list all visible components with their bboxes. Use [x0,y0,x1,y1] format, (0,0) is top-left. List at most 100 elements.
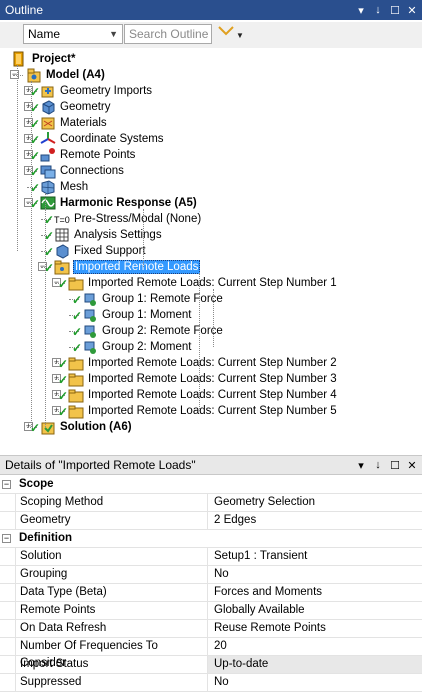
name-filter-select[interactable]: Name ▼ [23,24,123,44]
property-name: Number Of Frequencies To Consider [15,638,208,669]
tree-node-label: Project* [32,53,76,65]
property-value[interactable]: 2 Edges [208,512,422,529]
property-value[interactable]: No [208,674,422,691]
maximize-icon[interactable]: ☐ [388,4,402,17]
maximize-icon[interactable]: ☐ [388,459,402,472]
property-row-remote-points[interactable]: Remote Points Globally Available [0,602,422,620]
collapse-icon[interactable]: − [2,480,11,489]
tree-node-harmonic-response-a5[interactable]: ✓ Harmonic Response (A5) [30,195,198,211]
tree-node-label: Group 2: Remote Force [102,325,223,337]
property-name: Solution [15,548,208,565]
folder-icon: ✓ [58,275,84,291]
solution-icon: ✓ [30,419,56,435]
property-value[interactable]: Up-to-date [208,656,422,673]
tree-node-geometry-imports[interactable]: ✓ Geometry Imports [30,83,153,99]
tree-node-imported-remote-loads-current-step-number-2[interactable]: ✓ Imported Remote Loads: Current Step Num… [58,355,338,371]
collapse-icon[interactable]: − [2,534,11,543]
property-value[interactable]: Reuse Remote Points [208,620,422,637]
tree-node-label: Imported Remote Loads: Current Step Numb… [88,357,337,369]
tree-node-model-a4[interactable]: Model (A4) [26,67,106,83]
svg-text:T=0: T=0 [54,215,70,225]
details-title-bar: Details of "Imported Remote Loads" ▾ ↓ ☐… [0,455,422,475]
tree-node-imported-remote-loads-current-step-number-5[interactable]: ✓ Imported Remote Loads: Current Step Num… [58,403,338,419]
section-header-definition[interactable]: − Definition [0,530,422,548]
property-row-scoping-method[interactable]: Scoping Method Geometry Selection [0,494,422,512]
property-value[interactable]: Forces and Moments [208,584,422,601]
group-icon: ✓ [72,323,98,339]
property-row-suppressed[interactable]: Suppressed No [0,674,422,692]
tree-node-group-1-moment[interactable]: ✓ Group 1: Moment [72,307,192,323]
tree-node-project[interactable]: Project* [12,51,76,67]
tree-node-label: Remote Points [60,149,136,161]
tree-node-solution-a6[interactable]: ✓ Solution (A6) [30,419,133,435]
property-row-geometry[interactable]: Geometry 2 Edges [0,512,422,530]
tree-node-fixed-support[interactable]: ✓ Fixed Support [44,243,147,259]
fixed-support-icon: ✓ [44,243,70,259]
tree-node-label: Fixed Support [74,245,146,257]
tree-node-pre-stress-modal-none[interactable]: T=0 ✓ Pre-Stress/Modal (None) [44,211,202,227]
tree-node-label: Imported Remote Loads: Current Step Numb… [88,405,337,417]
status-check-icon: ✓ [58,277,69,291]
geometry-imports-icon: ✓ [30,83,56,99]
tree-node-label: Materials [60,117,107,129]
pane-menu-icon[interactable]: ▾ [354,459,368,472]
tree-node-analysis-settings[interactable]: ✓ Analysis Settings [44,227,163,243]
property-row-solution[interactable]: Solution Setup1 : Transient [0,548,422,566]
tree-node-group-2-remote-force[interactable]: ✓ Group 2: Remote Force [72,323,224,339]
close-icon[interactable]: ✕ [405,4,419,17]
imported-loads-icon: ✓ [44,259,70,275]
tree-node-geometry[interactable]: ✓ Geometry [30,99,112,115]
property-row-grouping[interactable]: Grouping No [0,566,422,584]
dropdown-arrow-icon: ▼ [236,31,244,40]
tree-node-connections[interactable]: ✓ Connections [30,163,125,179]
pin-icon[interactable]: ↓ [371,4,385,16]
tree-node-imported-remote-loads-current-step-number-4[interactable]: ✓ Imported Remote Loads: Current Step Num… [58,387,338,403]
section-title: Scope [19,478,54,490]
property-row-number-of-frequencies-to-consider[interactable]: Number Of Frequencies To Consider 20 [0,638,422,669]
tree-connector [13,75,23,76]
tree-guide-line [143,209,144,267]
tree-node-coordinate-systems[interactable]: ✓ Coordinate Systems [30,131,165,147]
tree-node-materials[interactable]: ✓ Materials [30,115,108,131]
property-value[interactable]: Setup1 : Transient [208,548,422,565]
tree-node-remote-points[interactable]: ✓ Remote Points [30,147,136,163]
property-row-import-status[interactable]: Import Status Up-to-date [0,656,422,674]
property-row-data-type-beta[interactable]: Data Type (Beta) Forces and Moments [0,584,422,602]
search-outline-input[interactable]: Search Outline [124,24,212,44]
prestress-icon: T=0 ✓ [44,211,70,227]
tree-node-label: Geometry Imports [60,85,153,97]
section-title: Definition [19,532,73,544]
tree-node-group-2-moment[interactable]: ✓ Group 2: Moment [72,339,192,355]
close-icon[interactable]: ✕ [405,459,419,472]
materials-icon: ✓ [30,115,56,131]
property-name: Data Type (Beta) [15,584,208,601]
tree-node-mesh[interactable]: ✓ Mesh [30,179,89,195]
pane-menu-icon[interactable]: ▾ [354,4,368,17]
details-title: Details of "Imported Remote Loads" [5,458,196,472]
tree-node-imported-remote-loads-current-step-number-3[interactable]: ✓ Imported Remote Loads: Current Step Num… [58,371,338,387]
property-name: Scoping Method [15,494,208,511]
tree-node-label: Imported Remote Loads [73,260,201,274]
section-header-scope[interactable]: − Scope [0,476,422,494]
tree-node-group-1-remote-force[interactable]: ✓ Group 1: Remote Force [72,291,224,307]
status-check-icon: ✓ [58,357,69,371]
property-row-on-data-refresh[interactable]: On Data Refresh Reuse Remote Points [0,620,422,638]
property-value[interactable]: Geometry Selection [208,494,422,511]
property-name: Grouping [15,566,208,583]
property-value[interactable]: 20 [208,638,422,655]
outline-tree: Project* − Model (A4) + ✓ Geometry Imports + ✓ G… [0,46,422,450]
tree-node-imported-remote-loads-current-step-number-1[interactable]: ✓ Imported Remote Loads: Current Step Num… [58,275,338,291]
folder-icon: ✓ [58,387,84,403]
property-value[interactable]: Globally Available [208,602,422,619]
tree-node-imported-remote-loads[interactable]: ✓ Imported Remote Loads [44,259,201,275]
pin-icon[interactable]: ↓ [371,459,385,471]
folder-icon: ✓ [58,355,84,371]
tree-node-label: Group 1: Moment [102,309,192,321]
tree-node-label: Imported Remote Loads: Current Step Numb… [88,373,337,385]
chevron-down-icon: ▼ [109,29,118,39]
tree-node-label: Imported Remote Loads: Current Step Numb… [88,389,337,401]
filter-dropdown-button[interactable]: ▼ [218,25,244,45]
property-value[interactable]: No [208,566,422,583]
tree-node-label: Group 1: Remote Force [102,293,223,305]
tree-guide-line [31,81,32,427]
